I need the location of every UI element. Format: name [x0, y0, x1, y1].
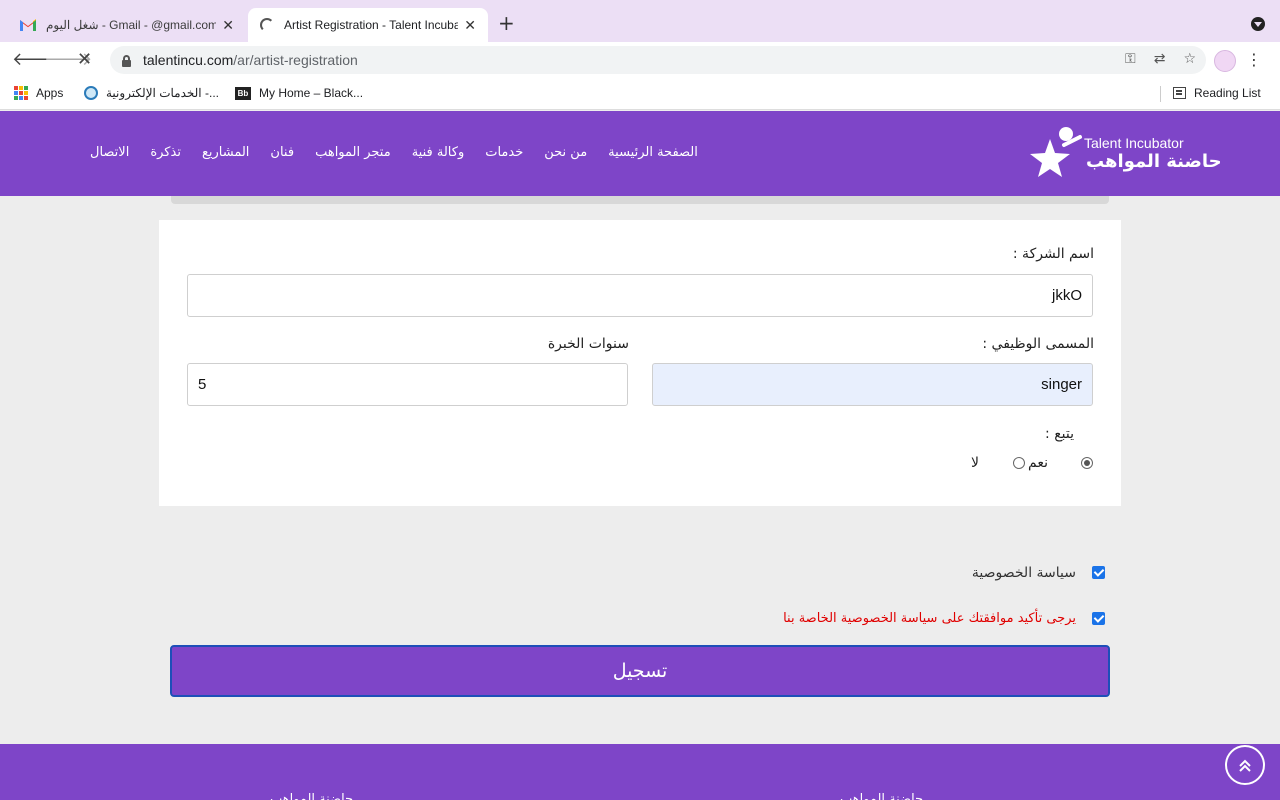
- apps-icon: [14, 86, 28, 100]
- nav-agency[interactable]: وكالة فنية: [412, 145, 465, 160]
- nav-artist[interactable]: فنان: [270, 145, 294, 160]
- gmail-icon: [20, 19, 36, 31]
- experience-input[interactable]: 5: [187, 363, 628, 406]
- tab-title: شغل اليوم - Gmail - @gmail.com: [46, 18, 217, 32]
- tab-title: Artist Registration - Talent Incubator: [284, 18, 459, 32]
- bookmarks-bar: Apps الخدمات الإلكترونية -... Bb My Home…: [0, 78, 1280, 110]
- privacy-confirm-message: يرجى تأكيد موافقتك على سياسة الخصوصية ال…: [783, 611, 1076, 626]
- bookmark-blackboard[interactable]: Bb My Home – Black...: [235, 86, 363, 100]
- logo-text-ar: حاضنة المواهب: [1086, 151, 1222, 172]
- translate-icon[interactable]: ⇄: [1154, 51, 1166, 67]
- star-logo-icon: [1030, 127, 1082, 177]
- nav-talent-store[interactable]: متجر المواهب: [315, 145, 391, 160]
- divider: [1160, 86, 1161, 102]
- chevron-up-icon: [1239, 759, 1251, 772]
- site-logo[interactable]: Talent Incubator حاضنة المواهب: [1028, 125, 1222, 183]
- bookmark-apps[interactable]: Apps: [14, 86, 63, 100]
- radio-yes-label: نعم: [1028, 455, 1048, 471]
- new-tab-button[interactable]: +: [498, 12, 515, 34]
- lock-icon: [122, 54, 131, 67]
- privacy-confirm-checkbox[interactable]: [1092, 612, 1105, 625]
- nav-projects[interactable]: المشاريع: [202, 145, 249, 160]
- nav-home[interactable]: الصفحة الرئيسية: [608, 145, 698, 160]
- nav-about[interactable]: من نحن: [544, 145, 587, 160]
- browser-tab-strip: شغل اليوم - Gmail - @gmail.com ✕ Artist …: [0, 0, 1280, 42]
- company-name-label: اسم الشركة :: [1012, 246, 1094, 262]
- key-icon[interactable]: ⚿: [1125, 51, 1136, 67]
- close-icon[interactable]: ✕: [464, 17, 476, 34]
- experience-label: سنوات الخبرة: [547, 336, 629, 352]
- job-title-input[interactable]: singer: [652, 363, 1093, 406]
- profile-avatar[interactable]: [1214, 50, 1236, 72]
- privacy-policy-checkbox[interactable]: [1092, 566, 1105, 579]
- logo-text-en: Talent Incubator: [1084, 135, 1184, 151]
- radio-first-option[interactable]: [1081, 457, 1093, 469]
- register-button[interactable]: تسجيل: [170, 645, 1110, 697]
- url-text: talentincu.com/ar/artist-registration: [143, 52, 358, 68]
- address-bar[interactable]: talentincu.com/ar/artist-registration ⚿ …: [110, 46, 1206, 74]
- browser-toolbar: 🡐 🡒 ✕ talentincu.com/ar/artist-registrat…: [0, 42, 1280, 78]
- nav-ticket[interactable]: تذكرة: [150, 145, 181, 160]
- registration-form-card: اسم الشركة : jkkO المسمى الوظيفي : singe…: [159, 220, 1121, 506]
- main-nav: الصفحة الرئيسية من نحن خدمات وكالة فنية …: [90, 145, 698, 160]
- globe-icon: [84, 86, 98, 100]
- reading-list-button[interactable]: Reading List: [1173, 86, 1261, 100]
- reading-list-icon: [1173, 87, 1186, 99]
- stop-icon[interactable]: ✕: [77, 50, 92, 70]
- follows-label: يتبع :: [1045, 426, 1074, 442]
- nav-services[interactable]: خدمات: [485, 145, 523, 160]
- scroll-to-top-button[interactable]: [1225, 745, 1265, 785]
- spinner-icon: [260, 18, 274, 32]
- job-title-label: المسمى الوظيفي :: [982, 336, 1094, 352]
- site-header: الصفحة الرئيسية من نحن خدمات وكالة فنية …: [0, 111, 1280, 196]
- footer-heading-2: حاضنة المواهب: [270, 792, 354, 800]
- menu-icon[interactable]: ⋮: [1246, 50, 1262, 70]
- tab-artist-registration[interactable]: Artist Registration - Talent Incubator ✕: [248, 8, 488, 42]
- section-divider: [171, 196, 1109, 204]
- star-icon[interactable]: ☆: [1183, 51, 1196, 67]
- tab-search-icon[interactable]: [1251, 17, 1265, 31]
- company-name-input[interactable]: jkkO: [187, 274, 1093, 317]
- close-icon[interactable]: ✕: [222, 17, 234, 34]
- bookmark-e-services[interactable]: الخدمات الإلكترونية -...: [84, 86, 219, 100]
- radio-yes[interactable]: [1013, 457, 1025, 469]
- radio-no-label[interactable]: لا: [971, 455, 979, 471]
- nav-contact[interactable]: الاتصال: [90, 145, 129, 160]
- privacy-policy-label[interactable]: سياسة الخصوصية: [972, 565, 1076, 581]
- tab-gmail[interactable]: شغل اليوم - Gmail - @gmail.com ✕: [8, 8, 246, 42]
- footer-heading-1: حاضنة المواهب: [840, 792, 924, 800]
- site-footer: حاضنة المواهب حاضنة المواهب: [0, 744, 1280, 800]
- blackboard-icon: Bb: [235, 86, 251, 100]
